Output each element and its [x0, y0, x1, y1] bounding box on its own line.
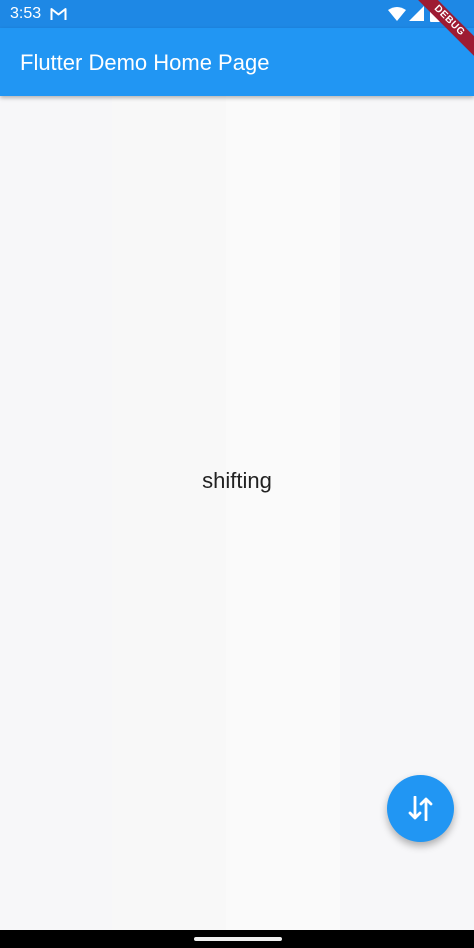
- background-column: [0, 96, 112, 930]
- status-bar: 3:53: [0, 0, 474, 28]
- signal-icon: [409, 6, 424, 21]
- gmail-icon: [50, 8, 67, 20]
- wifi-icon: [388, 7, 406, 21]
- app-bar: Flutter Demo Home Page: [0, 28, 474, 96]
- status-time: 3:53: [10, 5, 42, 22]
- battery-icon: [430, 5, 440, 22]
- navigation-bar: [0, 930, 474, 948]
- swap-vertical-icon: [408, 796, 433, 821]
- app-screen: 3:53 Flutter Demo Home Page DEBUG shifti…: [0, 0, 474, 948]
- center-label: shifting: [202, 468, 272, 493]
- swap-fab-button[interactable]: [387, 775, 454, 842]
- background-column: [112, 96, 226, 930]
- app-bar-title: Flutter Demo Home Page: [20, 50, 270, 75]
- background-column: [226, 96, 340, 930]
- home-indicator[interactable]: [194, 937, 282, 941]
